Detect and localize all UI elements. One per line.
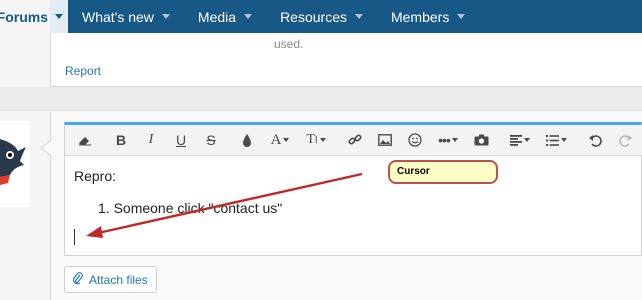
avatar-pointer-inner <box>42 141 51 155</box>
nav-media[interactable]: Media <box>184 0 266 33</box>
editor-toolbar: B I U S A TI ••• <box>65 125 642 156</box>
nav-item-label: Resources <box>280 8 347 25</box>
previous-post: used. Report <box>50 33 642 87</box>
font-size-icon[interactable]: A <box>265 128 295 152</box>
editor-list-item: 1. Someone click "contact us" <box>98 200 283 216</box>
chevron-down-icon[interactable] <box>244 14 253 19</box>
link-icon[interactable] <box>343 128 367 152</box>
previous-post-gutter <box>0 33 50 87</box>
list-icon[interactable] <box>541 128 571 152</box>
chevron-down-icon <box>55 14 63 19</box>
bold-icon[interactable]: B <box>109 128 133 152</box>
avatar[interactable] <box>0 121 30 207</box>
cursor-callout: Cursor <box>388 160 498 184</box>
report-link[interactable]: Report <box>65 64 101 78</box>
text-color-icon[interactable] <box>235 128 259 152</box>
align-icon[interactable] <box>505 128 535 152</box>
paperclip-icon <box>72 271 83 288</box>
nav-item-label: Members <box>390 8 450 25</box>
underline-icon[interactable]: U <box>169 128 193 152</box>
nav-forums-dropdown[interactable] <box>50 0 68 33</box>
strikethrough-icon[interactable]: S <box>199 128 223 152</box>
camera-icon[interactable] <box>469 128 493 152</box>
more-options-icon[interactable]: ••• <box>433 128 463 152</box>
text-style-icon[interactable]: TI <box>301 128 331 152</box>
nav-resources[interactable]: Resources <box>266 0 377 33</box>
attach-files-label: Attach files <box>89 272 148 287</box>
italic-icon[interactable]: I <box>139 128 163 152</box>
attach-files-button[interactable]: Attach files <box>64 266 157 293</box>
editor-content[interactable]: Repro: 1. Someone click "contact us" <box>65 156 642 256</box>
redo-icon[interactable] <box>613 128 637 152</box>
nav-forums[interactable]: Forums <box>0 0 68 33</box>
nav-item-label: What's new <box>82 8 154 25</box>
image-icon[interactable] <box>373 128 397 152</box>
nav-forums-label: Forums <box>0 9 48 25</box>
text-cursor <box>74 229 75 245</box>
chevron-down-icon[interactable] <box>457 14 466 19</box>
nav-whats-new[interactable]: What's new <box>68 0 184 33</box>
rich-text-editor[interactable]: B I U S A TI ••• Repro: 1. Someone click… <box>64 122 642 256</box>
nav-members[interactable]: Members <box>377 0 479 33</box>
post-text: used. <box>274 37 304 51</box>
top-nav: Forums What's new Media Resources Member… <box>0 0 642 33</box>
nav-item-label: Media <box>197 8 237 25</box>
undo-icon[interactable] <box>583 128 607 152</box>
eraser-icon[interactable] <box>73 128 97 152</box>
editor-paragraph: Repro: <box>74 168 117 184</box>
section-divider <box>0 87 642 111</box>
chevron-down-icon[interactable] <box>161 14 170 19</box>
chevron-down-icon[interactable] <box>354 14 363 19</box>
penguin-avatar-icon <box>0 139 26 185</box>
smilie-icon[interactable] <box>403 128 427 152</box>
